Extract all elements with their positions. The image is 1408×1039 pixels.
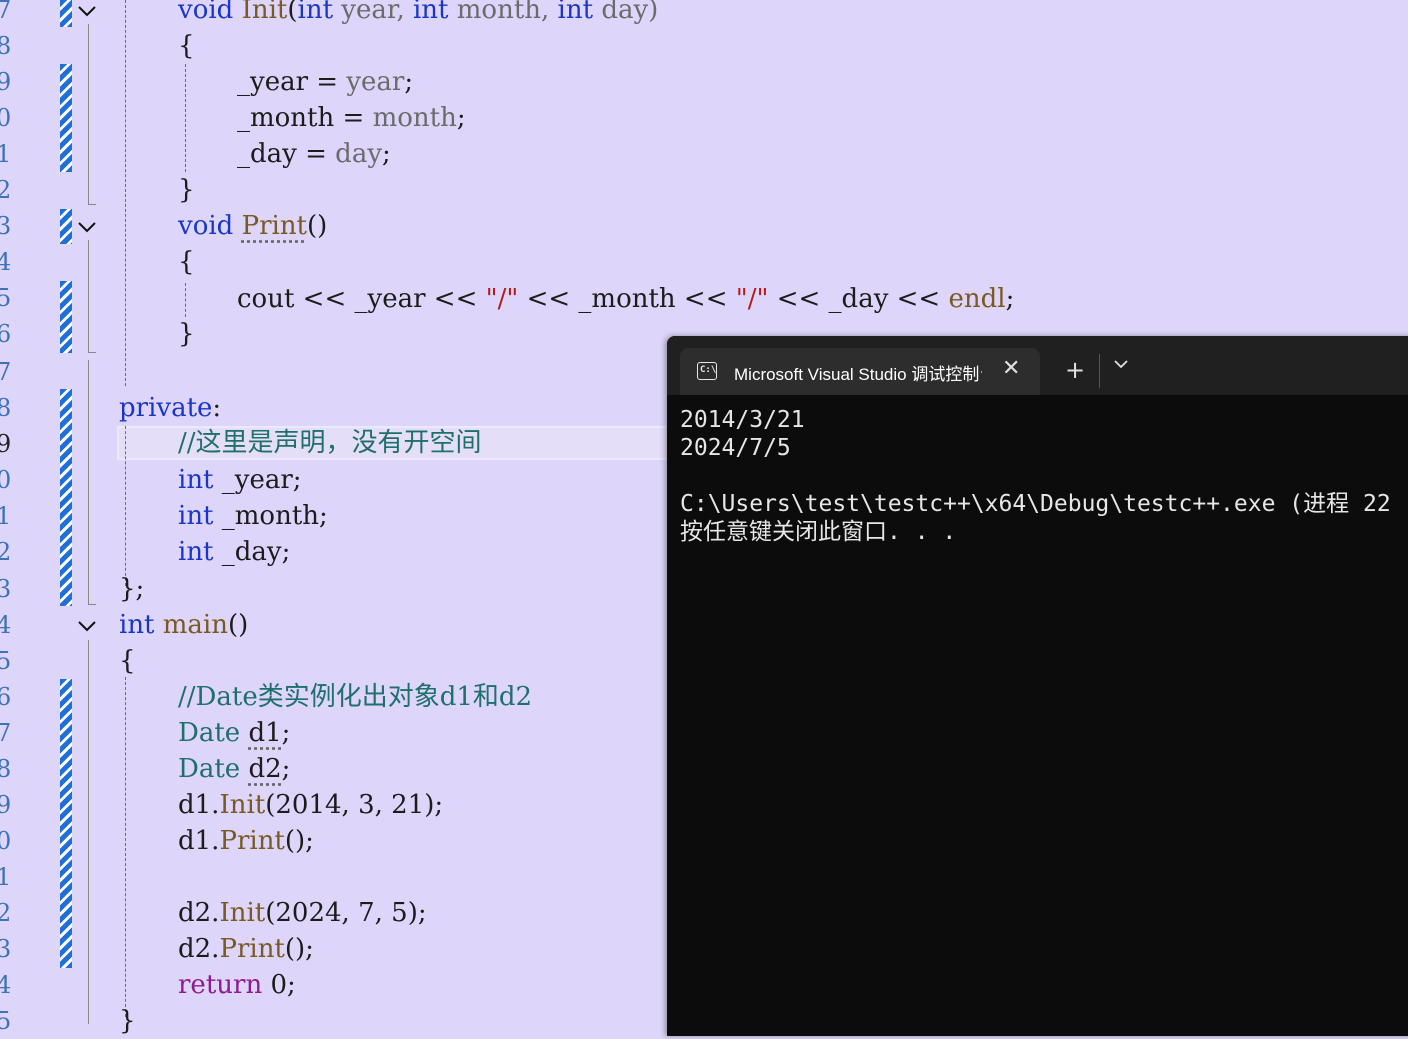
console-output-line: C:\Users\test\testc++\x64\Debug\testc++.… <box>680 491 1391 517</box>
close-tab-icon[interactable]: ✕ <box>1002 356 1020 381</box>
tab-separator <box>1099 354 1100 388</box>
line-number: 9 <box>0 791 12 819</box>
line-number: 8 <box>0 394 12 422</box>
code-line: void Print() <box>178 211 328 241</box>
line-number: 7 <box>0 719 12 747</box>
code-line: Date d2; <box>178 754 291 784</box>
tab-title: Microsoft Visual Studio 调试控制台 <box>734 365 982 384</box>
code-line: d1.Init(2014, 3, 21); <box>178 790 444 820</box>
code-line: { <box>178 31 195 61</box>
line-number: 4 <box>0 611 12 639</box>
code-line: _day = day; <box>237 139 391 169</box>
code-line: }; <box>119 574 145 604</box>
change-indicator <box>60 0 72 27</box>
console-output-line: 2014/3/21 <box>680 407 805 433</box>
line-number: 5 <box>0 1007 12 1035</box>
code-line: d1.Print(); <box>178 826 314 856</box>
fold-bracket-end <box>88 604 96 605</box>
code-line: { <box>119 646 136 676</box>
fold-bracket <box>88 640 89 1024</box>
console-icon: C:\ <box>697 362 717 380</box>
line-number: 4 <box>0 971 12 999</box>
code-line: private: <box>119 393 222 423</box>
line-number: 1 <box>0 863 12 891</box>
code-line: } <box>178 319 195 349</box>
fold-bracket-end <box>88 352 96 353</box>
terminal-tab-bar: C:\ Microsoft Visual Studio 调试控制台 ✕ + <box>667 336 1408 395</box>
indent-guide <box>125 677 126 1017</box>
line-number: 0 <box>0 104 12 132</box>
indent-guide <box>125 426 126 586</box>
code-line: } <box>178 175 195 205</box>
code-line: int _year; <box>178 465 302 495</box>
collapse-chevron-icon[interactable] <box>76 615 98 637</box>
fold-bracket-end <box>88 204 96 205</box>
line-number: 0 <box>0 827 12 855</box>
chevron-down-icon[interactable] <box>1113 358 1129 370</box>
line-number: 3 <box>0 212 12 240</box>
code-line: { <box>178 247 195 277</box>
code-line: cout << _year << "/" << _month << "/" <<… <box>237 284 1015 314</box>
line-number: 1 <box>0 502 12 530</box>
indent-guide <box>185 283 186 317</box>
code-line: return 0; <box>178 970 296 1000</box>
console-output-line: 按任意键关闭此窗口. . . <box>680 519 957 545</box>
code-line: int _day; <box>178 537 291 567</box>
line-number: 8 <box>0 755 12 783</box>
line-number: 8 <box>0 32 12 60</box>
code-line: d2.Print(); <box>178 934 314 964</box>
code-line: _month = month; <box>237 103 466 133</box>
line-number: 3 <box>0 935 12 963</box>
line-number: 2 <box>0 538 12 566</box>
code-line: int _month; <box>178 501 328 531</box>
change-indicator <box>60 209 72 244</box>
line-number: 6 <box>0 320 12 348</box>
change-indicator <box>60 389 72 606</box>
code-line: d2.Init(2024, 7, 5); <box>178 898 427 928</box>
change-indicator <box>60 281 72 353</box>
line-number: 7 <box>0 358 12 386</box>
code-line: int main() <box>119 610 249 640</box>
line-number-current: 9 <box>0 430 12 458</box>
fold-bracket <box>88 360 89 604</box>
code-line: void Init(int year, int month, int day) <box>178 0 659 25</box>
fold-bracket <box>88 24 89 204</box>
debug-console-window[interactable]: C:\ Microsoft Visual Studio 调试控制台 ✕ + 20… <box>667 336 1408 1036</box>
collapse-chevron-icon[interactable] <box>76 216 98 238</box>
line-number: 1 <box>0 140 12 168</box>
change-indicator <box>60 679 72 968</box>
line-number: 5 <box>0 647 12 675</box>
line-number: 4 <box>0 248 12 276</box>
code-line: Date d1; <box>178 718 291 748</box>
line-number: 3 <box>0 575 12 603</box>
line-number: 9 <box>0 68 12 96</box>
fold-bracket <box>88 240 89 352</box>
change-indicator <box>60 64 72 172</box>
code-line: _year = year; <box>237 67 414 97</box>
console-output-line: 2024/7/5 <box>680 435 791 461</box>
code-comment: //这里是声明，没有开空间 <box>178 428 482 458</box>
new-tab-button[interactable]: + <box>1065 356 1085 384</box>
code-line: } <box>119 1006 136 1036</box>
indent-guide <box>125 0 126 386</box>
line-number: 2 <box>0 899 12 927</box>
line-number: 7 <box>0 0 12 24</box>
line-number: 5 <box>0 284 12 312</box>
collapse-chevron-icon[interactable] <box>76 0 98 22</box>
indent-guide <box>185 64 186 172</box>
line-number: 6 <box>0 683 12 711</box>
line-number: 0 <box>0 466 12 494</box>
terminal-tab[interactable]: C:\ Microsoft Visual Studio 调试控制台 ✕ <box>680 348 1040 395</box>
line-number: 2 <box>0 176 12 204</box>
code-comment: //Date类实例化出对象d1和d2 <box>178 682 533 712</box>
